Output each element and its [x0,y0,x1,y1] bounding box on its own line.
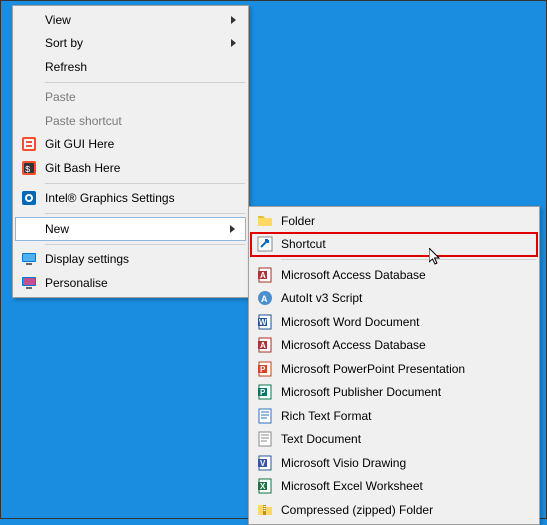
menu-item-sort-by[interactable]: Sort by [15,32,246,56]
svg-text:P: P [260,388,266,397]
word-icon: W [256,313,274,331]
chevron-right-icon [231,39,236,47]
menu-item-zip[interactable]: Compressed (zipped) Folder [251,498,537,522]
svg-text:X: X [260,482,266,491]
menu-label: Rich Text Format [281,409,371,423]
text-icon [256,430,274,448]
folder-icon [256,212,274,230]
menu-label: AutoIt v3 Script [281,291,362,305]
menu-item-access-db[interactable]: A Microsoft Access Database [251,263,537,287]
svg-text:A: A [260,341,266,350]
menu-label: Microsoft Access Database [281,338,426,352]
svg-text:V: V [260,459,266,468]
menu-item-text[interactable]: Text Document [251,428,537,452]
menu-item-display-settings[interactable]: Display settings [15,248,246,272]
menu-item-visio[interactable]: V Microsoft Visio Drawing [251,451,537,475]
menu-item-personalise[interactable]: Personalise [15,271,246,295]
menu-label: Microsoft Excel Worksheet [281,479,423,493]
separator [45,213,245,214]
menu-label: Microsoft Access Database [281,268,426,282]
access-icon: A [256,336,274,354]
menu-item-paste: Paste [15,86,246,110]
menu-item-powerpoint[interactable]: P Microsoft PowerPoint Presentation [251,357,537,381]
display-settings-icon [20,250,38,268]
menu-label: New [45,222,69,236]
menu-label: Compressed (zipped) Folder [281,503,433,517]
zip-icon [256,501,274,519]
menu-item-git-gui[interactable]: Git GUI Here [15,133,246,157]
desktop-context-menu: View Sort by Refresh Paste Paste shortcu… [12,5,249,298]
separator [45,244,245,245]
menu-label: Sort by [45,36,83,50]
menu-item-folder[interactable]: Folder [251,209,537,233]
menu-label: Personalise [45,276,108,290]
menu-label: Refresh [45,60,87,74]
menu-item-new[interactable]: New [15,217,246,241]
menu-item-paste-shortcut: Paste shortcut [15,109,246,133]
new-submenu: Folder Shortcut A Microsoft Access Datab… [248,206,540,525]
menu-item-rtf[interactable]: Rich Text Format [251,404,537,428]
menu-item-excel[interactable]: X Microsoft Excel Worksheet [251,475,537,499]
menu-label: Git GUI Here [45,137,114,151]
menu-label: Folder [281,214,315,228]
access-icon: A [256,266,274,284]
menu-item-intel-graphics[interactable]: Intel® Graphics Settings [15,187,246,211]
menu-label: View [45,13,71,27]
menu-item-refresh[interactable]: Refresh [15,55,246,79]
publisher-icon: P [256,383,274,401]
separator [281,259,536,260]
excel-icon: X [256,477,274,495]
git-gui-icon [20,135,38,153]
menu-item-publisher[interactable]: P Microsoft Publisher Document [251,381,537,405]
svg-text:A: A [260,271,266,280]
visio-icon: V [256,454,274,472]
menu-label: Display settings [45,252,129,266]
menu-label: Paste [45,90,76,104]
svg-text:$: $ [25,165,31,175]
menu-label: Microsoft PowerPoint Presentation [281,362,465,376]
separator [45,82,245,83]
menu-item-access-db-2[interactable]: A Microsoft Access Database [251,334,537,358]
menu-label: Text Document [281,432,361,446]
menu-label: Paste shortcut [45,114,122,128]
separator [45,183,245,184]
menu-item-git-bash[interactable]: $ Git Bash Here [15,156,246,180]
menu-label: Microsoft Word Document [281,315,420,329]
personalise-icon [20,274,38,292]
menu-label: Microsoft Publisher Document [281,385,441,399]
svg-text:W: W [259,318,267,327]
svg-text:A: A [261,294,268,304]
autoit-icon: A [256,289,274,307]
git-bash-icon: $ [20,159,38,177]
menu-label: Shortcut [281,237,326,251]
menu-label: Microsoft Visio Drawing [281,456,406,470]
menu-item-view[interactable]: View [15,8,246,32]
svg-text:P: P [260,365,266,374]
menu-item-autoit[interactable]: A AutoIt v3 Script [251,287,537,311]
menu-label: Git Bash Here [45,161,120,175]
menu-item-word[interactable]: W Microsoft Word Document [251,310,537,334]
rtf-icon [256,407,274,425]
chevron-right-icon [231,16,236,24]
intel-icon [20,189,38,207]
shortcut-icon [256,235,274,253]
menu-label: Intel® Graphics Settings [45,191,175,205]
menu-item-shortcut[interactable]: Shortcut [251,233,537,257]
powerpoint-icon: P [256,360,274,378]
chevron-right-icon [230,225,235,233]
